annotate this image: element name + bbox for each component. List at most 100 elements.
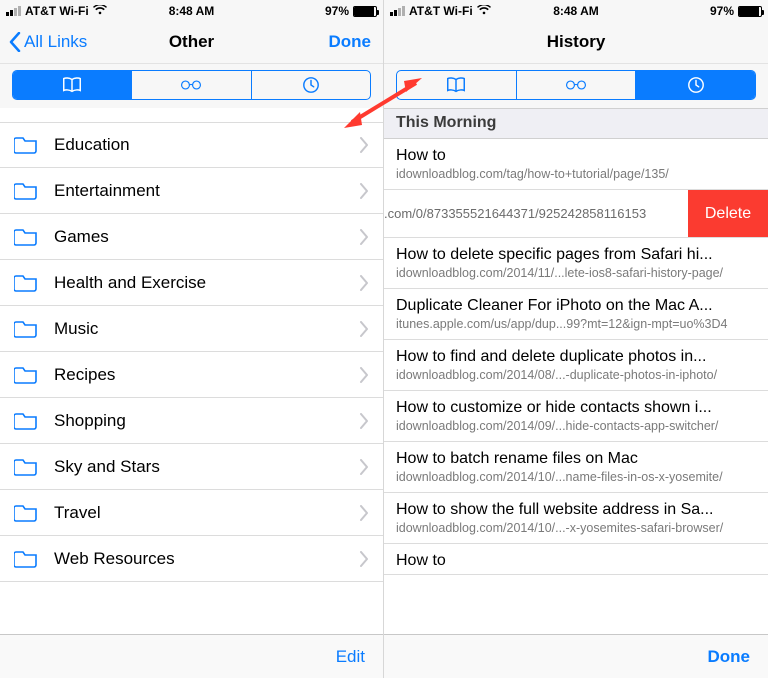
history-url: idownloadblog.com/tag/how-to+tutorial/pa…	[396, 167, 756, 181]
history-title: Duplicate Cleaner For iPhoto on the Mac …	[396, 297, 756, 315]
chevron-right-icon	[359, 444, 369, 489]
nav-bar: All Links Other Done	[0, 20, 383, 64]
book-icon	[61, 76, 83, 94]
segmented-control	[12, 70, 371, 100]
chevron-right-icon	[359, 306, 369, 351]
tab-reading-list[interactable]	[517, 71, 637, 99]
folder-icon	[14, 319, 38, 339]
segmented-control-wrap	[384, 64, 768, 108]
folder-list[interactable]: Education EntertainmentGames Health and Ex…	[0, 108, 383, 634]
chevron-left-icon	[8, 32, 22, 52]
glasses-icon	[565, 76, 587, 94]
history-row[interactable]: How to customize or hide contacts shown …	[384, 391, 768, 442]
nav-bar: History	[384, 20, 768, 64]
segmented-control	[396, 70, 756, 100]
status-bar: AT&T Wi-Fi 8:48 AM 97%	[384, 0, 768, 20]
status-time: 8:48 AM	[384, 4, 768, 18]
history-url: idownloadblog.com/2014/08/...-duplicate-…	[396, 368, 756, 382]
folder-icon	[14, 549, 38, 569]
toolbar: Edit	[0, 634, 383, 678]
tab-bookmarks[interactable]	[13, 71, 132, 99]
folder-icon	[14, 457, 38, 477]
book-icon	[445, 76, 467, 94]
history-row[interactable]: How to show the full website address in …	[384, 493, 768, 544]
folder-label: Education	[54, 135, 130, 155]
folder-icon	[14, 503, 38, 523]
tab-history[interactable]	[252, 71, 370, 99]
history-title: How to customize or hide contacts shown …	[396, 399, 756, 417]
status-time: 8:48 AM	[0, 4, 383, 18]
back-button[interactable]: All Links	[8, 20, 87, 64]
folder-row[interactable]: Games	[0, 214, 383, 260]
folder-icon	[14, 181, 38, 201]
history-url: itunes.apple.com/us/app/dup...99?mt=12&i…	[396, 317, 756, 331]
history-title: How to find and delete duplicate photos …	[396, 348, 756, 366]
folder-icon	[14, 273, 38, 293]
folder-icon	[14, 411, 38, 431]
history-row[interactable]: Duplicate Cleaner For iPhoto on the Mac …	[384, 289, 768, 340]
folder-row[interactable]: Travel	[0, 490, 383, 536]
history-list[interactable]: This Morning How toidownloadblog.com/tag…	[384, 108, 768, 634]
chevron-right-icon	[359, 260, 369, 305]
folder-icon	[14, 365, 38, 385]
history-url: idownloadblog.com/2014/11/...lete-ios8-s…	[396, 266, 756, 280]
folder-label: Recipes	[54, 365, 115, 385]
history-title: How to delete specific pages from Safari…	[396, 246, 756, 264]
tab-reading-list[interactable]	[132, 71, 251, 99]
history-url: idownloadblog.com/2014/10/...name-files-…	[396, 470, 756, 484]
folder-icon	[14, 135, 38, 155]
chevron-right-icon	[359, 214, 369, 259]
folder-icon	[14, 227, 38, 247]
history-row[interactable]: How to find and delete duplicate photos …	[384, 340, 768, 391]
folder-row[interactable]: Web Resources	[0, 536, 383, 582]
history-title: How to batch rename files on Mac	[396, 450, 756, 468]
tab-history[interactable]	[636, 71, 755, 99]
history-url: idownloadblog.com/2014/09/...hide-contac…	[396, 419, 756, 433]
screen-history: AT&T Wi-Fi 8:48 AM 97% History	[384, 0, 768, 678]
chevron-right-icon	[359, 536, 369, 581]
history-row[interactable]: How toidownloadblog.com/tag/how-to+tutor…	[384, 139, 768, 190]
chevron-right-icon	[359, 398, 369, 443]
folder-label: Web Resources	[54, 549, 175, 569]
done-button[interactable]: Done	[329, 20, 372, 64]
folder-row[interactable]: Education	[0, 122, 383, 168]
folder-row[interactable]: Recipes	[0, 352, 383, 398]
done-button[interactable]: Done	[708, 647, 751, 667]
history-url: .com/0/873355521644371/925242858116153	[384, 190, 688, 237]
clock-icon	[685, 76, 707, 94]
battery-icon	[738, 6, 762, 17]
chevron-right-icon	[359, 490, 369, 535]
section-header: This Morning	[384, 108, 768, 139]
chevron-right-icon	[359, 123, 369, 167]
battery-icon	[353, 6, 377, 17]
folder-label: Sky and Stars	[54, 457, 160, 477]
folder-label: Health and Exercise	[54, 273, 206, 293]
folder-row[interactable]: Health and Exercise	[0, 260, 383, 306]
history-url: idownloadblog.com/2014/10/...-x-yosemite…	[396, 521, 756, 535]
folder-label: Music	[54, 319, 98, 339]
history-row[interactable]: How to delete specific pages from Safari…	[384, 238, 768, 289]
history-row[interactable]: How to	[384, 544, 768, 575]
glasses-icon	[180, 76, 202, 94]
history-row-swiped[interactable]: .com/0/873355521644371/925242858116153De…	[384, 190, 768, 238]
tab-bookmarks[interactable]	[397, 71, 517, 99]
folder-label: Shopping	[54, 411, 126, 431]
clock-icon	[300, 76, 322, 94]
toolbar: Done	[384, 634, 768, 678]
history-title: How to show the full website address in …	[396, 501, 756, 519]
history-title: How to	[396, 552, 756, 570]
page-title: Other	[169, 32, 214, 52]
screen-bookmarks: AT&T Wi-Fi 8:48 AM 97% All Links Other D…	[0, 0, 384, 678]
history-row[interactable]: How to batch rename files on Mac idownloa…	[384, 442, 768, 493]
folder-row[interactable]: Sky and Stars	[0, 444, 383, 490]
edit-button[interactable]: Edit	[336, 647, 365, 667]
chevron-right-icon	[359, 168, 369, 213]
status-bar: AT&T Wi-Fi 8:48 AM 97%	[0, 0, 383, 20]
folder-row[interactable]: Entertainment	[0, 168, 383, 214]
back-label: All Links	[24, 32, 87, 52]
delete-button[interactable]: Delete	[688, 190, 768, 237]
folder-row[interactable]: Music	[0, 306, 383, 352]
folder-row[interactable]: Shopping	[0, 398, 383, 444]
page-title: History	[547, 32, 606, 52]
folder-label: Travel	[54, 503, 101, 523]
